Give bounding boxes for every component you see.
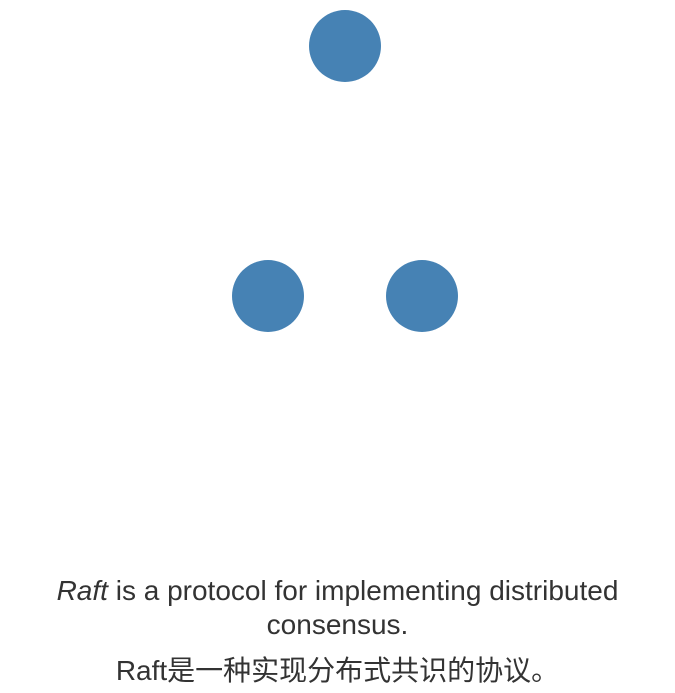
caption-chinese: Raft是一种实现分布式共识的协议。: [115, 655, 560, 686]
caption-english: Raft is a protocol for implementing dist…: [0, 574, 675, 642]
raft-diagram: Raft is a protocol for implementing dist…: [0, 0, 675, 693]
raft-title-word: Raft: [56, 575, 108, 606]
caption: Raft is a protocol for implementing dist…: [0, 574, 675, 688]
caption-english-rest: is a protocol for implementing distribut…: [107, 575, 619, 640]
server-node-right[interactable]: [386, 260, 458, 332]
server-node-left[interactable]: [232, 260, 304, 332]
server-node-top[interactable]: [309, 10, 381, 82]
